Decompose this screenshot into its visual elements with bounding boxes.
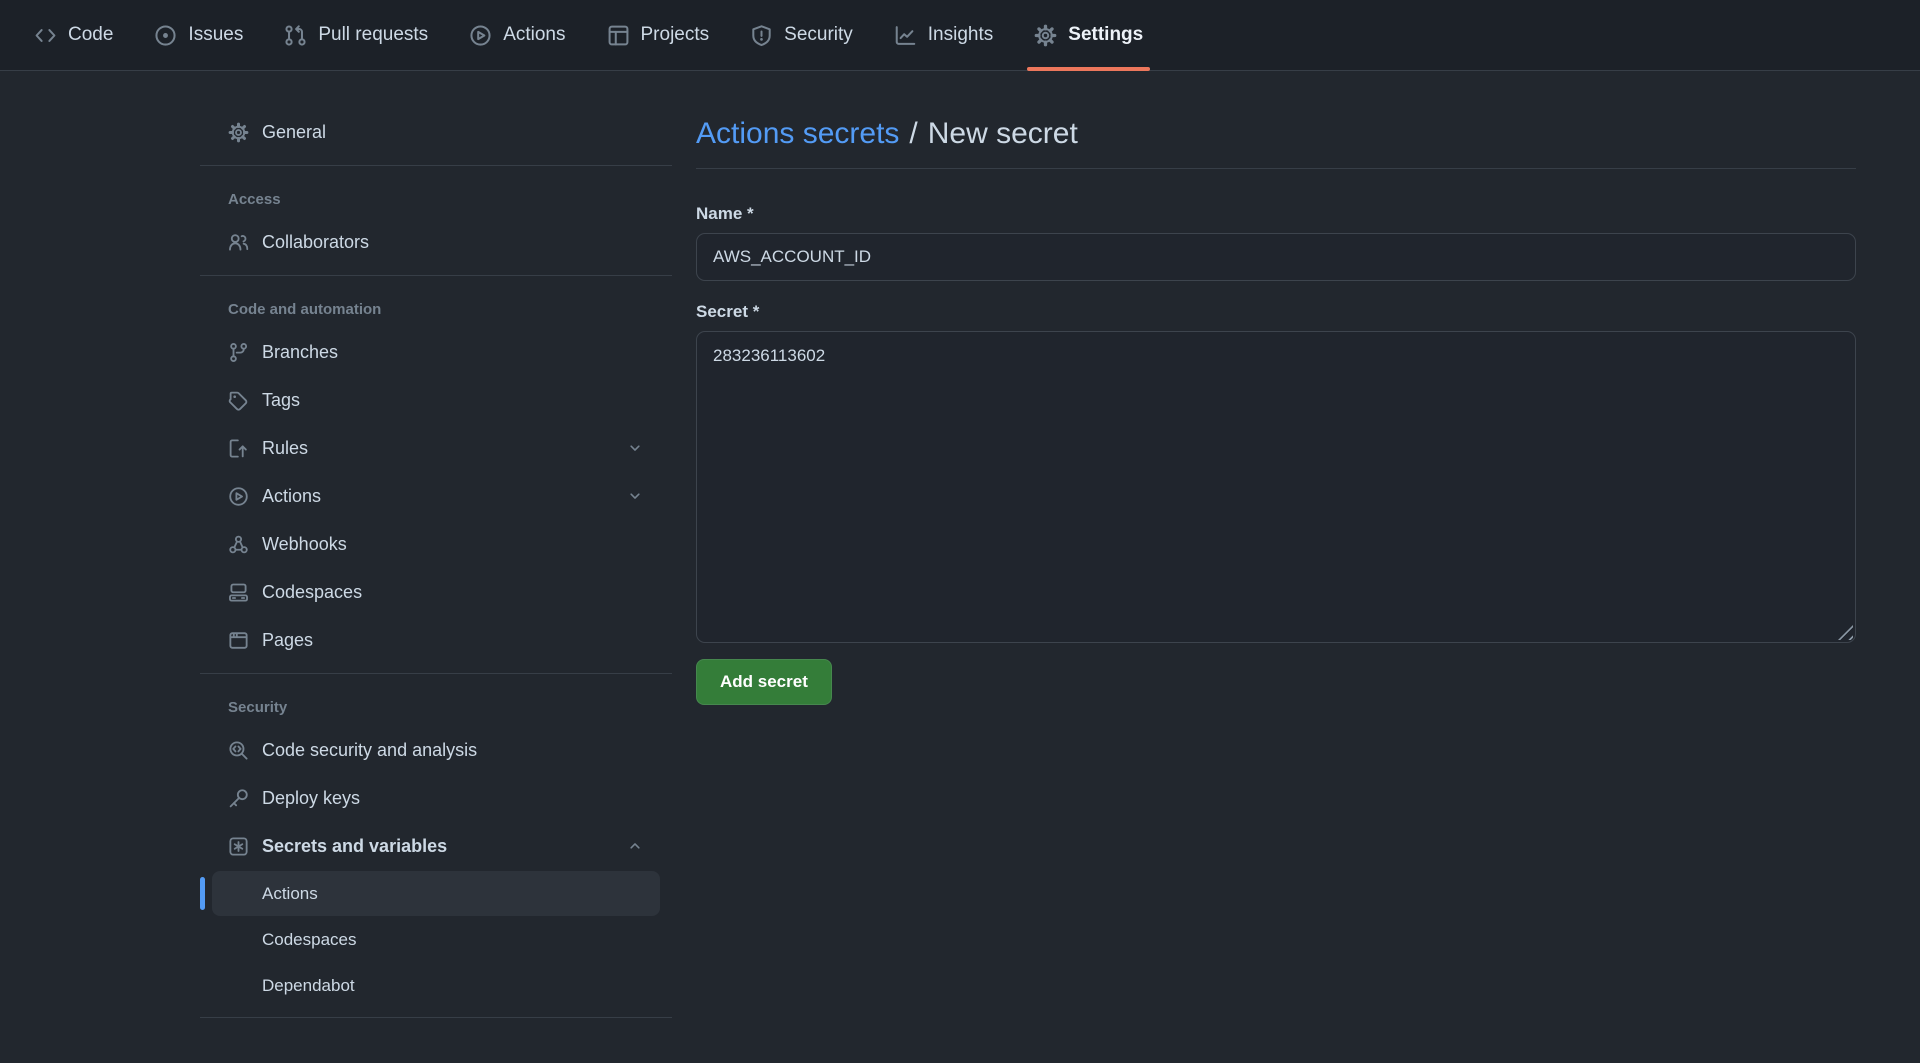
sidebar-subitem-actions[interactable]: Actions: [212, 871, 660, 916]
sidebar-item-pages[interactable]: Pages: [212, 616, 660, 664]
rules-icon: [228, 438, 249, 459]
secret-value-textarea[interactable]: 283236113602: [696, 331, 1856, 643]
tag-icon: [228, 390, 249, 411]
title-divider: [696, 168, 1856, 169]
people-icon: [228, 232, 249, 253]
new-secret-panel: Actions secrets / New secret Name * Secr…: [696, 71, 1856, 705]
tab-security[interactable]: Security: [740, 0, 863, 70]
breadcrumb-separator: /: [909, 117, 917, 151]
sidebar-item-label: Webhooks: [262, 534, 347, 555]
graph-icon: [894, 24, 917, 47]
sidebar-divider: [200, 275, 672, 276]
sidebar-item-label: Actions: [262, 884, 318, 904]
sidebar-item-deploy-keys[interactable]: Deploy keys: [212, 774, 660, 822]
asterisk-box-icon: [228, 836, 249, 857]
chevron-up-icon: [626, 837, 644, 855]
tab-projects[interactable]: Projects: [597, 0, 720, 70]
sidebar-divider: [200, 673, 672, 674]
repo-tab-bar: Code Issues Pull requests Actions: [0, 0, 1920, 71]
tab-label: Actions: [503, 24, 565, 46]
sidebar-item-label: Actions: [262, 486, 321, 507]
sidebar-item-code-security[interactable]: Code security and analysis: [212, 726, 660, 774]
sidebar-item-secrets-variables[interactable]: Secrets and variables: [212, 822, 660, 870]
sidebar-divider: [200, 1017, 672, 1018]
play-icon: [228, 486, 249, 507]
code-scan-icon: [228, 740, 249, 761]
add-secret-button[interactable]: Add secret: [696, 659, 832, 705]
code-icon: [34, 24, 57, 47]
sidebar-item-rules[interactable]: Rules: [212, 424, 660, 472]
sidebar-item-label: Deploy keys: [262, 788, 360, 809]
tab-label: Security: [784, 24, 853, 46]
sidebar-item-webhooks[interactable]: Webhooks: [212, 520, 660, 568]
sidebar-subitem-dependabot[interactable]: Dependabot: [212, 963, 660, 1008]
sidebar-item-general[interactable]: General: [212, 108, 660, 156]
tab-pull-requests[interactable]: Pull requests: [274, 0, 438, 70]
tab-code[interactable]: Code: [24, 0, 123, 70]
sidebar-section-access: Access: [200, 191, 672, 208]
actions-secrets-link[interactable]: Actions secrets: [696, 117, 899, 151]
sidebar-item-label: Rules: [262, 438, 308, 459]
tab-label: Issues: [188, 24, 243, 46]
sidebar-item-label: Tags: [262, 390, 300, 411]
sidebar-item-label: Dependabot: [262, 976, 355, 996]
sidebar-item-tags[interactable]: Tags: [212, 376, 660, 424]
chevron-down-icon: [626, 439, 644, 457]
sidebar-item-label: Secrets and variables: [262, 836, 447, 857]
sidebar-item-label: Pages: [262, 630, 313, 651]
shield-icon: [750, 24, 773, 47]
page-title: Actions secrets / New secret: [696, 117, 1856, 151]
sidebar-item-collaborators[interactable]: Collaborators: [212, 218, 660, 266]
sidebar-item-label: General: [262, 122, 326, 143]
tab-label: Code: [68, 24, 113, 46]
tab-issues[interactable]: Issues: [144, 0, 253, 70]
git-branch-icon: [228, 342, 249, 363]
sidebar-item-label: Collaborators: [262, 232, 369, 253]
gear-icon: [228, 122, 249, 143]
sidebar-divider: [200, 165, 672, 166]
sidebar-item-actions[interactable]: Actions: [212, 472, 660, 520]
tab-label: Projects: [641, 24, 710, 46]
play-icon: [469, 24, 492, 47]
sidebar-item-label: Code security and analysis: [262, 740, 477, 761]
sidebar-item-codespaces[interactable]: Codespaces: [212, 568, 660, 616]
secret-label: Secret *: [696, 302, 1856, 322]
gear-icon: [1034, 24, 1057, 47]
key-icon: [228, 788, 249, 809]
chevron-down-icon: [626, 487, 644, 505]
name-label: Name *: [696, 204, 1856, 224]
sidebar-section-security: Security: [200, 699, 672, 716]
sidebar-item-label: Branches: [262, 342, 338, 363]
sidebar-section-code-automation: Code and automation: [200, 301, 672, 318]
tab-label: Pull requests: [318, 24, 428, 46]
tab-settings[interactable]: Settings: [1024, 0, 1153, 70]
webhook-icon: [228, 534, 249, 555]
sidebar-item-label: Codespaces: [262, 582, 362, 603]
sidebar-item-branches[interactable]: Branches: [212, 328, 660, 376]
git-pull-request-icon: [284, 24, 307, 47]
breadcrumb-current: New secret: [928, 117, 1078, 151]
tab-actions[interactable]: Actions: [459, 0, 575, 70]
browser-icon: [228, 630, 249, 651]
tab-label: Settings: [1068, 24, 1143, 46]
secret-name-input[interactable]: [696, 233, 1856, 281]
tab-label: Insights: [928, 24, 993, 46]
sidebar-item-label: Codespaces: [262, 930, 357, 950]
table-icon: [607, 24, 630, 47]
sidebar-subitem-codespaces[interactable]: Codespaces: [212, 917, 660, 962]
issue-opened-icon: [154, 24, 177, 47]
settings-sidebar: General Access Collaborators Code and au…: [200, 108, 672, 1027]
tab-insights[interactable]: Insights: [884, 0, 1003, 70]
codespaces-icon: [228, 582, 249, 603]
